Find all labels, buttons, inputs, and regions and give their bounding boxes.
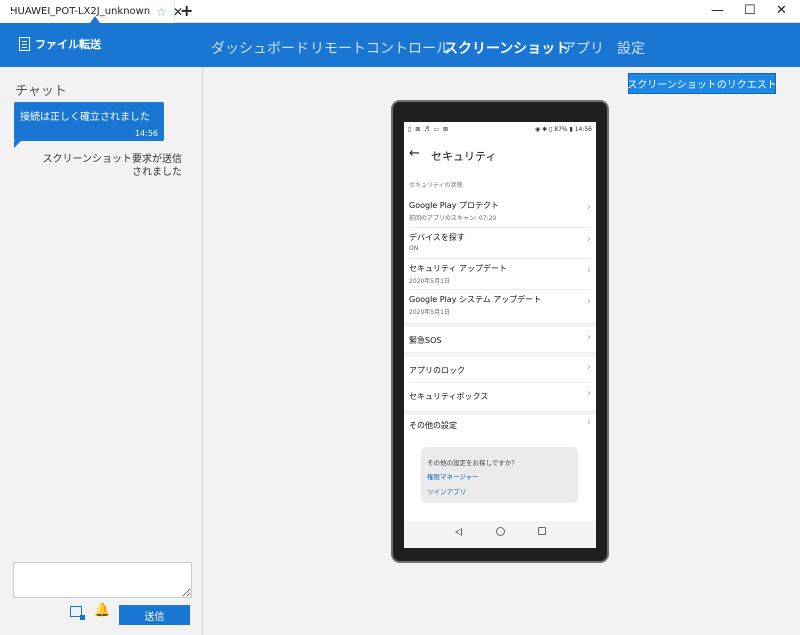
window-close-button[interactable]: ✕ (776, 3, 787, 18)
phone-screenshot: ▯ ⊠ ♬ ▭ ⊠ ◉ ✱ ▯ 87% ▮ 14:56 ← セキュリティ セキュ… (404, 122, 596, 548)
twin-apps-link: ツインアプリ (427, 488, 466, 496)
row-title: セキュリティ アップデート (409, 264, 508, 273)
suggestion-card: その他の設定をお探しですか？ 権限マネージャー ツインアプリ (421, 447, 578, 503)
window-titlebar: HUAWEI_POT-LX2J_unknown ☆ ✕ + — ☐ ✕ (0, 0, 800, 23)
app-header: ファイル転送 ダッシュボード リモートコントロール スクリーンショット アプリ … (0, 23, 800, 67)
chat-message-time: 14:56 (134, 129, 158, 138)
chevron-right-icon: › (587, 202, 591, 213)
alert-bell-icon[interactable]: 🔔 (94, 603, 110, 618)
phone-status-bar: ▯ ⊠ ♬ ▭ ⊠ ◉ ✱ ▯ 87% ▮ 14:56 (404, 122, 596, 136)
nav-back-icon (455, 528, 462, 536)
phone-nav-bar (404, 522, 596, 548)
status-icons-right: ◉ ✱ ▯ 87% ▮ 14:56 (534, 126, 592, 133)
chat-message-input[interactable] (13, 562, 192, 598)
suggestion-question: その他の設定をお探しですか？ (427, 459, 518, 467)
document-icon (19, 37, 30, 51)
permission-manager-link: 権限マネージャー (427, 473, 479, 481)
row-title: Google Play プロテクト (409, 201, 499, 210)
list-item: セキュリティ アップデート 2020年5月1日 › (404, 259, 596, 290)
back-arrow-icon: ← (409, 146, 420, 161)
favorite-star-icon[interactable]: ☆ (156, 5, 167, 19)
new-tab-button[interactable]: + (180, 1, 193, 20)
chat-panel: チャット 接続は正しく確立されました 14:56 スクリーンショット要求が送信 … (0, 67, 203, 635)
status-icons-left: ▯ ⊠ ♬ ▭ ⊠ (408, 126, 450, 133)
device-tab[interactable]: HUAWEI_POT-LX2J_unknown ☆ ✕ (0, 0, 183, 23)
tab-dashboard[interactable]: ダッシュボード (211, 38, 309, 58)
row-title: アプリのロック (409, 366, 465, 375)
file-transfer-button[interactable]: ファイル転送 (19, 36, 101, 52)
list-item: デバイスを探す ON › (404, 228, 596, 259)
row-title: その他の設定 (409, 421, 457, 430)
chevron-right-icon: › (587, 362, 591, 373)
chevron-right-icon: › (587, 234, 591, 245)
tab-screenshot[interactable]: スクリーンショット (444, 38, 569, 58)
row-subtitle: 2020年5月1日 (409, 278, 450, 285)
row-title: 緊急SOS (409, 336, 442, 345)
chat-status-line-2: されました (132, 167, 182, 178)
list-item: 緊急SOS › (404, 327, 596, 352)
tab-title: HUAWEI_POT-LX2J_unknown (10, 6, 151, 17)
phone-frame: ▯ ⊠ ♬ ▭ ⊠ ◉ ✱ ▯ 87% ▮ 14:56 ← セキュリティ セキュ… (391, 100, 609, 563)
nav-home-icon (496, 527, 505, 536)
row-title: Google Play システム アップデート (409, 295, 542, 304)
list-item: Google Play プロテクト 前回のアプリのスキャン: 07:20 › (404, 196, 596, 228)
chevron-right-icon: › (587, 265, 591, 276)
list-group: アプリのロック › セキュリティボックス › (404, 357, 596, 410)
tab-settings[interactable]: 設定 (617, 38, 645, 58)
nav-recents-icon (538, 527, 546, 535)
send-button[interactable]: 送信 (119, 605, 190, 625)
chevron-right-icon: › (587, 417, 591, 428)
chat-title: チャット (15, 84, 67, 99)
chat-status-line-1: スクリーンショット要求が送信 (42, 154, 183, 165)
phone-page-title: セキュリティ (431, 150, 497, 163)
divider (409, 382, 591, 383)
chat-status-message: スクリーンショット要求が送信 されました (40, 153, 183, 179)
list-item: Google Play システム アップデート 2020年5月1日 › (404, 290, 596, 322)
attach-screenshot-icon[interactable] (70, 606, 85, 620)
row-subtitle: 前回のアプリのスキャン: 07:20 (409, 215, 497, 222)
tab-apps[interactable]: アプリ (562, 38, 604, 58)
row-title: デバイスを探す (409, 233, 465, 242)
row-subtitle: 2020年5月1日 (409, 309, 450, 316)
row-title: セキュリティボックス (409, 392, 489, 401)
chevron-right-icon: › (587, 332, 591, 343)
maximize-button[interactable]: ☐ (744, 3, 756, 18)
file-transfer-label: ファイル転送 (35, 38, 101, 51)
tab-remote-control[interactable]: リモートコントロール (310, 38, 450, 58)
tab-active-indicator (90, 16, 100, 23)
minimize-button[interactable]: — (711, 3, 724, 18)
screenshot-request-button[interactable]: スクリーンショットのリクエスト (627, 73, 777, 94)
row-subtitle: ON (409, 245, 419, 252)
security-status-label: セキュリティの状態 (409, 182, 463, 189)
chevron-right-icon: › (587, 296, 591, 307)
chat-message-text: 接続は正しく確立されました (20, 112, 150, 123)
chat-message-bubble: 接続は正しく確立されました 14:56 (14, 102, 164, 148)
chevron-right-icon: › (587, 388, 591, 399)
